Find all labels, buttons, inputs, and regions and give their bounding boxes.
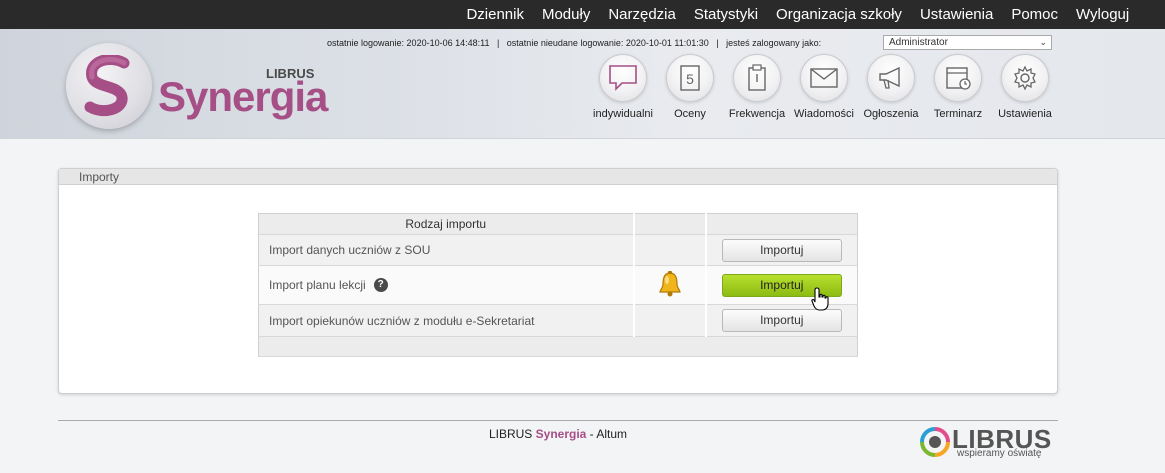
role-select-value: Administrator: [889, 37, 948, 48]
status-cell: [633, 234, 707, 266]
menu-organizacja-szkoly[interactable]: Organizacja szkoły: [776, 6, 902, 23]
import-opiekunow-button[interactable]: Importuj: [721, 309, 842, 332]
header: Synergia LIBRUS ostatnie logowanie: 2020…: [0, 29, 1165, 139]
synergia-logo-mark[interactable]: [66, 43, 152, 129]
envelope-icon: [810, 68, 838, 88]
role-select[interactable]: Administrator ⌄: [883, 35, 1052, 50]
table-row: Import opiekunów uczniów z modułu e-Sekr…: [258, 304, 858, 337]
menu-moduly[interactable]: Moduły: [542, 6, 590, 23]
quick-icon-ustawienia[interactable]: Ustawienia: [985, 54, 1065, 120]
import-name: Import planu lekcji: [269, 277, 366, 292]
column-header-import-type: Rodzaj importu: [258, 213, 635, 235]
imports-panel: Importy Rodzaj importu Import danych ucz…: [58, 168, 1058, 394]
footer-suffix: - Altum: [586, 427, 628, 441]
calendar-icon: [946, 67, 971, 90]
menu-narzedzia[interactable]: Narzędzia: [608, 6, 676, 23]
librus-ring-icon: [920, 427, 950, 457]
help-icon[interactable]: ?: [373, 278, 388, 293]
import-sou-button[interactable]: Importuj: [721, 238, 842, 262]
footer-divider: [58, 420, 1058, 421]
quick-icon-label: Ustawienia: [998, 108, 1052, 120]
top-navigation-bar: Dziennik Moduły Narzędzia Statystyki Org…: [0, 0, 1165, 29]
column-header-action: [705, 213, 858, 235]
panel-title: Importy: [59, 169, 1057, 185]
login-info: ostatnie logowanie: 2020-10-06 14:48:11 …: [327, 38, 822, 48]
clipboard-icon: [748, 64, 766, 91]
table-footer: [258, 336, 858, 357]
menu-ustawienia[interactable]: Ustawienia: [920, 6, 993, 23]
bell-icon: [658, 270, 681, 296]
megaphone-icon: [879, 66, 900, 89]
librus-footer-logo[interactable]: LIBRUS wspieramy oświatę: [920, 424, 1060, 460]
logo-librus-text: LIBRUS: [266, 66, 315, 81]
table-row: Import planu lekcji? Importuj: [258, 265, 858, 311]
speech-bubble-icon: [609, 65, 637, 91]
import-name: Import danych uczniów z SOU: [258, 234, 635, 266]
import-name: Import opiekunów uczniów z modułu e-Sekr…: [258, 304, 635, 337]
footer-brand: Synergia: [535, 427, 587, 441]
synergia-s-icon: [84, 55, 130, 117]
chevron-down-icon: ⌄: [1039, 37, 1047, 47]
gear-icon: [1014, 65, 1036, 91]
menu-dziennik[interactable]: Dziennik: [466, 6, 524, 23]
menu-pomoc[interactable]: Pomoc: [1011, 6, 1058, 23]
hand-cursor-icon: [810, 287, 829, 311]
svg-text:5: 5: [686, 71, 694, 87]
footer-prefix: LIBRUS: [488, 427, 536, 441]
status-cell: [633, 265, 707, 305]
grade-5-icon: 5: [680, 65, 700, 91]
table-row: Import danych uczniów z SOU Importuj: [258, 234, 858, 266]
menu-statystyki[interactable]: Statystyki: [694, 6, 758, 23]
menu-wyloguj[interactable]: Wyloguj: [1076, 6, 1129, 23]
column-header-status: [633, 213, 707, 235]
imports-table: Rodzaj importu Import danych uczniów z S…: [258, 213, 858, 357]
librus-footer-tagline: wspieramy oświatę: [957, 448, 1042, 459]
status-cell: [633, 304, 707, 337]
top-menu: Dziennik Moduły Narzędzia Statystyki Org…: [448, 0, 1129, 29]
